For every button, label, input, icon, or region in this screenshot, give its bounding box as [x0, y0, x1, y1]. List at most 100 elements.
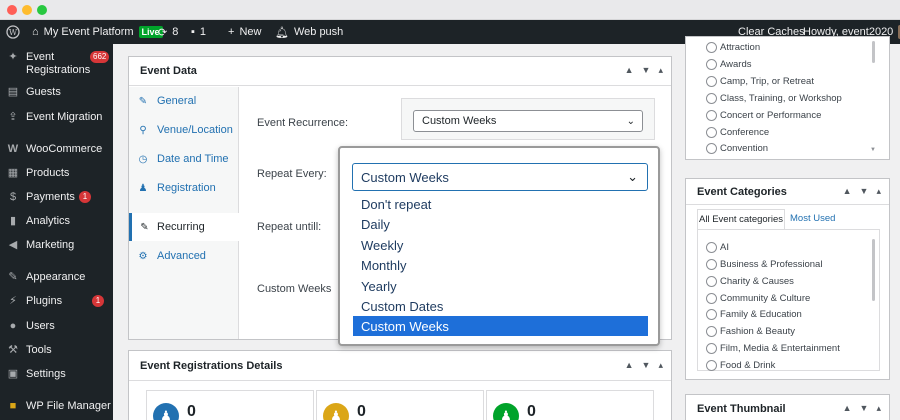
radio-box: [706, 143, 717, 154]
tab-most-used[interactable]: Most Used: [790, 213, 835, 224]
comments-count: 1: [199, 26, 207, 38]
sidebar-badge: 662: [90, 51, 110, 63]
chevron-down-icon[interactable]: ▼: [642, 360, 651, 371]
collapse-toggle-icon[interactable]: ▴: [876, 186, 881, 197]
option-weekly[interactable]: Weekly: [353, 235, 648, 255]
panel-controls: ▲ ▼ ▴: [625, 360, 663, 371]
option-custom-dates[interactable]: Custom Dates: [353, 296, 648, 316]
collapse-toggle-icon[interactable]: ▴: [658, 360, 663, 371]
tab-all-categories[interactable]: All Event categories: [697, 209, 785, 229]
sidebar-item-marketing[interactable]: ◀ Marketing: [0, 239, 113, 252]
tab-registration[interactable]: ♟︎ Registration: [129, 174, 239, 202]
checkbox-camp[interactable]: Camp, Trip, or Retreat: [706, 76, 814, 87]
option-yearly[interactable]: Yearly: [353, 276, 648, 296]
maximize-window-icon[interactable]: [37, 5, 47, 15]
collapse-toggle-icon[interactable]: ▴: [658, 65, 663, 76]
wordpress-icon[interactable]: W: [6, 20, 20, 44]
repeat-every-label: Repeat Every:: [257, 168, 327, 180]
checkbox-community[interactable]: Community & Culture: [706, 293, 810, 304]
site-name-link[interactable]: ⌂ My Event Platform Live: [32, 20, 163, 44]
sidebar-item-users[interactable]: ● Users: [0, 320, 113, 333]
chevron-up-icon[interactable]: ▲: [625, 65, 634, 76]
chevron-down-icon[interactable]: ▼: [642, 65, 651, 76]
tab-venue-location[interactable]: ⚲ Venue/Location: [129, 116, 239, 144]
checkbox-family[interactable]: Family & Education: [706, 309, 802, 320]
scrollbar[interactable]: [872, 239, 875, 301]
checkbox-business[interactable]: Business & Professional: [706, 259, 822, 270]
tab-label: Registration: [157, 182, 216, 194]
checkbox-attraction[interactable]: Attraction: [706, 42, 760, 53]
checkbox-label: Fashion & Beauty: [720, 326, 795, 337]
chevron-down-icon[interactable]: ▼: [860, 403, 869, 414]
checkbox-charity[interactable]: Charity & Causes: [706, 276, 794, 287]
repeat-every-select[interactable]: Custom Weeks ⌄: [352, 163, 648, 191]
radio-box: [706, 326, 717, 337]
checkbox-awards[interactable]: Awards: [706, 59, 752, 70]
option-daily[interactable]: Daily: [353, 214, 648, 234]
option-custom-weeks[interactable]: Custom Weeks: [353, 316, 648, 336]
checkbox-ai[interactable]: AI: [706, 242, 729, 253]
scrollbar[interactable]: [872, 41, 875, 63]
sidebar-item-label: Guests: [26, 86, 61, 98]
web-push-link[interactable]: 🔔︎ Web push: [275, 20, 343, 44]
tab-general[interactable]: ✎ General: [129, 87, 239, 115]
sidebar-item-tools[interactable]: ⚒︎ Tools: [0, 344, 113, 357]
sidebar-item-plugins[interactable]: ⚡︎ Plugins 1: [0, 295, 113, 308]
minimize-window-icon[interactable]: [22, 5, 32, 15]
migration-icon: ⇪: [8, 111, 18, 123]
chevron-up-icon[interactable]: ▲: [843, 186, 852, 197]
tab-recurring[interactable]: ✎ Recurring: [129, 213, 240, 241]
file-manager-icon: ■: [9, 400, 17, 412]
repeat-every-dropdown: Custom Weeks ⌄ Don't repeat Daily Weekly…: [338, 146, 660, 346]
sidebar-item-woocommerce[interactable]: W WooCommerce: [0, 143, 113, 156]
checkbox-label: Conference: [720, 127, 770, 138]
sidebar-item-event-migration[interactable]: ⇪ Event Migration: [0, 111, 113, 124]
tab-label: Date and Time: [157, 153, 229, 165]
updates-link[interactable]: ⟳ 8: [158, 20, 178, 44]
new-content-link[interactable]: + New: [228, 20, 261, 44]
updates-count: 8: [172, 26, 179, 38]
event-recurrence-select[interactable]: Custom Weeks ⌄: [413, 110, 643, 132]
checkbox-concert[interactable]: Concert or Performance: [706, 110, 821, 121]
checkbox-convention[interactable]: Convention: [706, 143, 768, 154]
option-dont-repeat[interactable]: Don't repeat: [353, 194, 648, 214]
sidebar-item-wp-file-manager[interactable]: ■ WP File Manager: [0, 400, 113, 413]
radio-box: [706, 76, 717, 87]
radio-box: [706, 59, 717, 70]
checkbox-label: AI: [720, 242, 729, 253]
comments-link[interactable]: ▪ 1: [191, 20, 206, 44]
chevron-down-icon[interactable]: ▼: [860, 186, 869, 197]
sidebar-item-appearance[interactable]: ✎ Appearance: [0, 271, 113, 284]
sidebar-item-settings[interactable]: ▣ Settings: [0, 368, 113, 381]
sidebar-item-event-registrations[interactable]: ✦ Event Registrations 662: [0, 51, 113, 77]
chevron-up-icon[interactable]: ▲: [843, 403, 852, 414]
checkbox-class[interactable]: Class, Training, or Workshop: [706, 93, 842, 104]
close-window-icon[interactable]: [7, 5, 17, 15]
collapse-toggle-icon[interactable]: ▴: [876, 403, 881, 414]
checkbox-food[interactable]: Food & Drink: [706, 360, 775, 371]
stat-card: ♟︎ 0: [146, 390, 314, 420]
tab-label: Venue/Location: [157, 124, 233, 136]
guests-icon: ▤: [7, 86, 19, 98]
tab-date-and-time[interactable]: ◷ Date and Time: [129, 145, 239, 173]
sidebar-badge: 1: [92, 295, 104, 307]
checkbox-conference[interactable]: Conference: [706, 127, 769, 138]
sidebar-item-analytics[interactable]: ▮ Analytics: [0, 215, 113, 228]
wrench-icon: ✎: [140, 221, 149, 233]
stat-value: 0: [357, 403, 366, 420]
products-icon: ▦: [7, 167, 19, 179]
divider: [129, 380, 671, 381]
scroll-down-icon[interactable]: ▼: [870, 147, 876, 153]
event-thumbnail-panel: Event Thumbnail ▲ ▼ ▴: [685, 394, 890, 420]
radio-box: [706, 93, 717, 104]
checkbox-label: Business & Professional: [720, 259, 823, 270]
sidebar-item-guests[interactable]: ▤ Guests: [0, 86, 113, 99]
sidebar-item-payments[interactable]: $ Payments 1: [0, 191, 113, 204]
chevron-up-icon[interactable]: ▲: [625, 360, 634, 371]
tab-advanced[interactable]: ⚙︎ Advanced: [129, 242, 239, 270]
checkbox-film[interactable]: Film, Media & Entertainment: [706, 343, 840, 354]
stat-card: ♟︎ 0: [316, 390, 484, 420]
sidebar-item-products[interactable]: ▦ Products: [0, 167, 113, 180]
checkbox-fashion[interactable]: Fashion & Beauty: [706, 326, 795, 337]
option-monthly[interactable]: Monthly: [353, 255, 648, 275]
